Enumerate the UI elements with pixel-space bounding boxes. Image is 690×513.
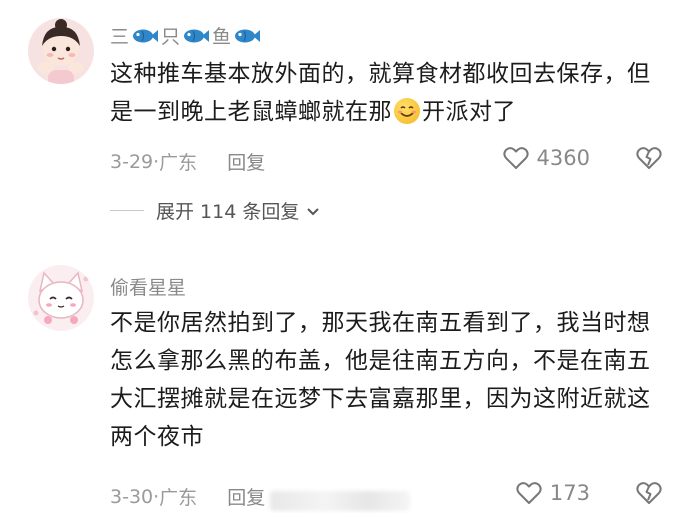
- expand-replies-label: 展开 114 条回复: [156, 201, 300, 223]
- comment-item: 偷看星星 不是你居然拍到了，那天我在南五看到了，我当时想怎么拿那么黑的布盖，他是…: [0, 255, 690, 513]
- comment-meta: 3-30 · 广东 回复: [110, 483, 265, 510]
- dislike-button[interactable]: [636, 146, 662, 174]
- heart-outline-icon: [516, 482, 542, 504]
- avatar[interactable]: [28, 265, 94, 331]
- fish-emoji-icon: [133, 29, 159, 42]
- username-part: 三: [110, 26, 130, 48]
- comment-text-part: 这种推车基本放外面的，就算食材都收回去保存，但是一到晚上老鼠蟑螂就在那: [110, 61, 651, 125]
- username[interactable]: 三 只 鱼: [110, 22, 261, 49]
- comment-meta: 3-29 · 广东 回复: [110, 148, 265, 175]
- like-count: 173: [549, 481, 590, 505]
- comment-location: 广东: [159, 152, 198, 174]
- comment-text: 这种推车基本放外面的，就算食材都收回去保存，但是一到晚上老鼠蟑螂就在那 开派对了: [110, 55, 655, 131]
- expand-replies-button[interactable]: 展开 114 条回复: [110, 197, 321, 224]
- dislike-button[interactable]: [636, 481, 662, 509]
- avatar[interactable]: [28, 18, 94, 84]
- like-button[interactable]: 173: [516, 481, 590, 505]
- broken-heart-icon: [636, 147, 662, 169]
- fish-emoji-icon: [184, 29, 210, 42]
- reply-button[interactable]: 回复: [227, 148, 265, 175]
- username[interactable]: 偷看星星: [110, 273, 186, 300]
- broken-heart-icon: [636, 482, 662, 504]
- like-button[interactable]: 4360: [502, 146, 590, 170]
- comment-text-part: 开派对了: [422, 99, 516, 125]
- blurred-overlay: [270, 491, 410, 511]
- smiling-face-emoji-icon: [394, 98, 420, 124]
- comment-date: 3-30: [110, 485, 154, 508]
- comment-item: 三 只 鱼 这种推车基本放外面的，就算食材都收回去保存，但是一到晚上老鼠蟑螂就在…: [0, 0, 690, 250]
- comment-text: 不是你居然拍到了，那天我在南五看到了，我当时想怎么拿那么黑的布盖，他是往南五方向…: [110, 310, 651, 450]
- comment-location: 广东: [159, 487, 198, 509]
- comment-date: 3-29: [110, 150, 154, 173]
- username-part: 只: [161, 26, 181, 48]
- like-count: 4360: [536, 146, 590, 170]
- username-part: 鱼: [212, 26, 232, 48]
- divider-line: [110, 210, 144, 211]
- fish-emoji-icon: [235, 29, 261, 42]
- heart-outline-icon: [502, 147, 529, 169]
- chevron-down-icon: [307, 207, 320, 215]
- reply-button[interactable]: 回复: [227, 483, 265, 510]
